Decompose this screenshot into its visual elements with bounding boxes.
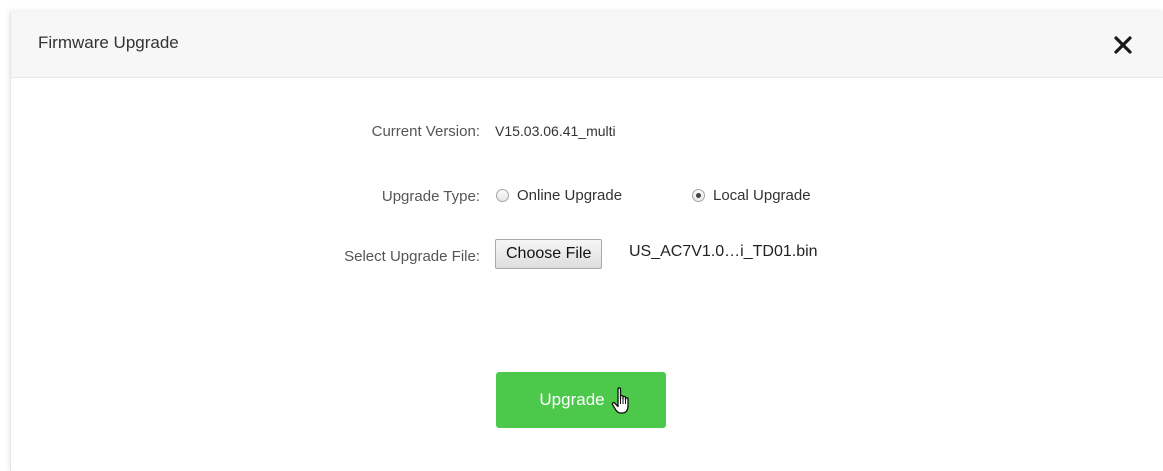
online-upgrade-label: Online Upgrade xyxy=(517,187,623,204)
current-version-value: V15.03.06.41_multi xyxy=(495,123,616,139)
close-button[interactable] xyxy=(1111,33,1135,57)
upgrade-button[interactable]: Upgrade xyxy=(496,372,666,428)
close-icon xyxy=(1114,36,1132,54)
local-upgrade-label: Local Upgrade xyxy=(713,187,811,204)
upgrade-type-row: Upgrade Type: Online Upgrade Local Upgra… xyxy=(11,185,1163,209)
upgrade-type-label: Upgrade Type: xyxy=(381,188,480,205)
firmware-upgrade-dialog: Firmware Upgrade Current Version: V15.03… xyxy=(10,12,1163,471)
local-upgrade-radio[interactable] xyxy=(692,189,705,202)
upgrade-file-label: Select Upgrade File: xyxy=(344,248,480,265)
current-version-label: Current Version: xyxy=(371,123,480,140)
online-upgrade-radio[interactable] xyxy=(496,189,509,202)
dialog-header: Firmware Upgrade xyxy=(11,12,1163,78)
dialog-title: Firmware Upgrade xyxy=(38,33,179,52)
local-upgrade-option[interactable]: Local Upgrade xyxy=(692,187,811,204)
upgrade-file-row: Select Upgrade File: Choose File US_AC7V… xyxy=(11,239,1163,269)
online-upgrade-option[interactable]: Online Upgrade xyxy=(496,187,622,204)
selected-file-name: US_AC7V1.0…i_TD01.bin xyxy=(629,243,818,260)
hand-pointer-icon xyxy=(611,387,629,414)
current-version-row: Current Version: V15.03.06.41_multi xyxy=(11,120,1163,144)
upgrade-button-label: Upgrade xyxy=(539,390,605,409)
choose-file-button[interactable]: Choose File xyxy=(495,239,603,269)
